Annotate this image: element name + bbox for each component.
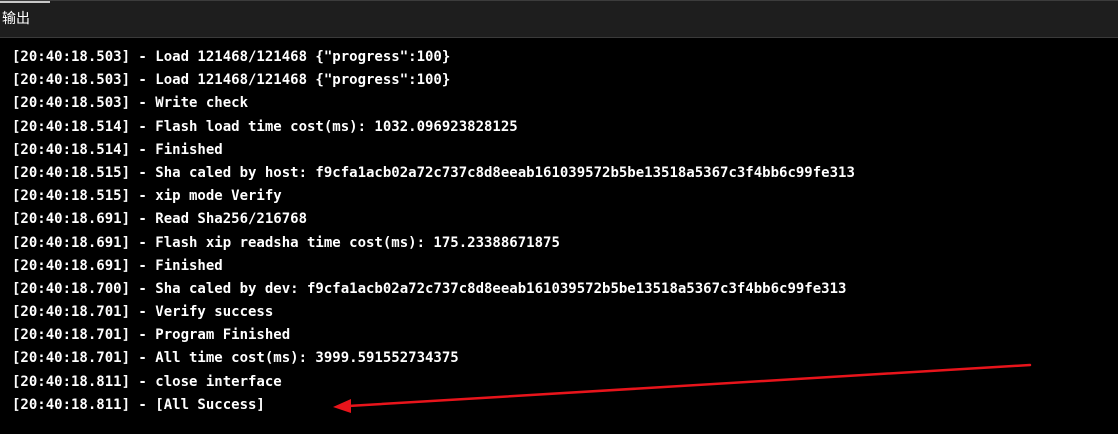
log-line: [20:40:18.700] - Sha caled by dev: f9cfa… <box>12 280 847 297</box>
output-panel-title[interactable]: 输出 <box>2 10 30 28</box>
log-line: [20:40:18.503] - Write check <box>12 95 249 112</box>
log-line: [20:40:18.691] - Flash xip readsha time … <box>12 234 560 251</box>
output-panel: 输出 [20:40:18.503] - Load 121468/121468 {… <box>0 0 1118 434</box>
log-line: [20:40:18.503] - Load 121468/121468 {"pr… <box>12 72 451 89</box>
log-line: [20:40:18.701] - Verify success <box>12 304 274 321</box>
log-line: [20:40:18.514] - Flash load time cost(ms… <box>12 118 518 135</box>
log-line: [20:40:18.811] - close interface <box>12 373 282 390</box>
log-line: [20:40:18.811] - [All Success] <box>12 396 265 413</box>
output-panel-header: 输出 <box>0 0 1118 38</box>
output-log[interactable]: [20:40:18.503] - Load 121468/121468 {"pr… <box>12 46 1108 417</box>
log-line: [20:40:18.515] - xip mode Verify <box>12 188 282 205</box>
log-line: [20:40:18.503] - Load 121468/121468 {"pr… <box>12 49 451 65</box>
log-line: [20:40:18.514] - Finished <box>12 141 223 158</box>
log-line: [20:40:18.701] - All time cost(ms): 3999… <box>12 350 459 367</box>
log-line: [20:40:18.691] - Read Sha256/216768 <box>12 211 308 228</box>
active-tab-indicator <box>0 1 50 3</box>
log-line: [20:40:18.701] - Program Finished <box>12 327 291 344</box>
log-line: [20:40:18.691] - Finished <box>12 257 223 274</box>
log-line: [20:40:18.515] - Sha caled by host: f9cf… <box>12 164 855 181</box>
